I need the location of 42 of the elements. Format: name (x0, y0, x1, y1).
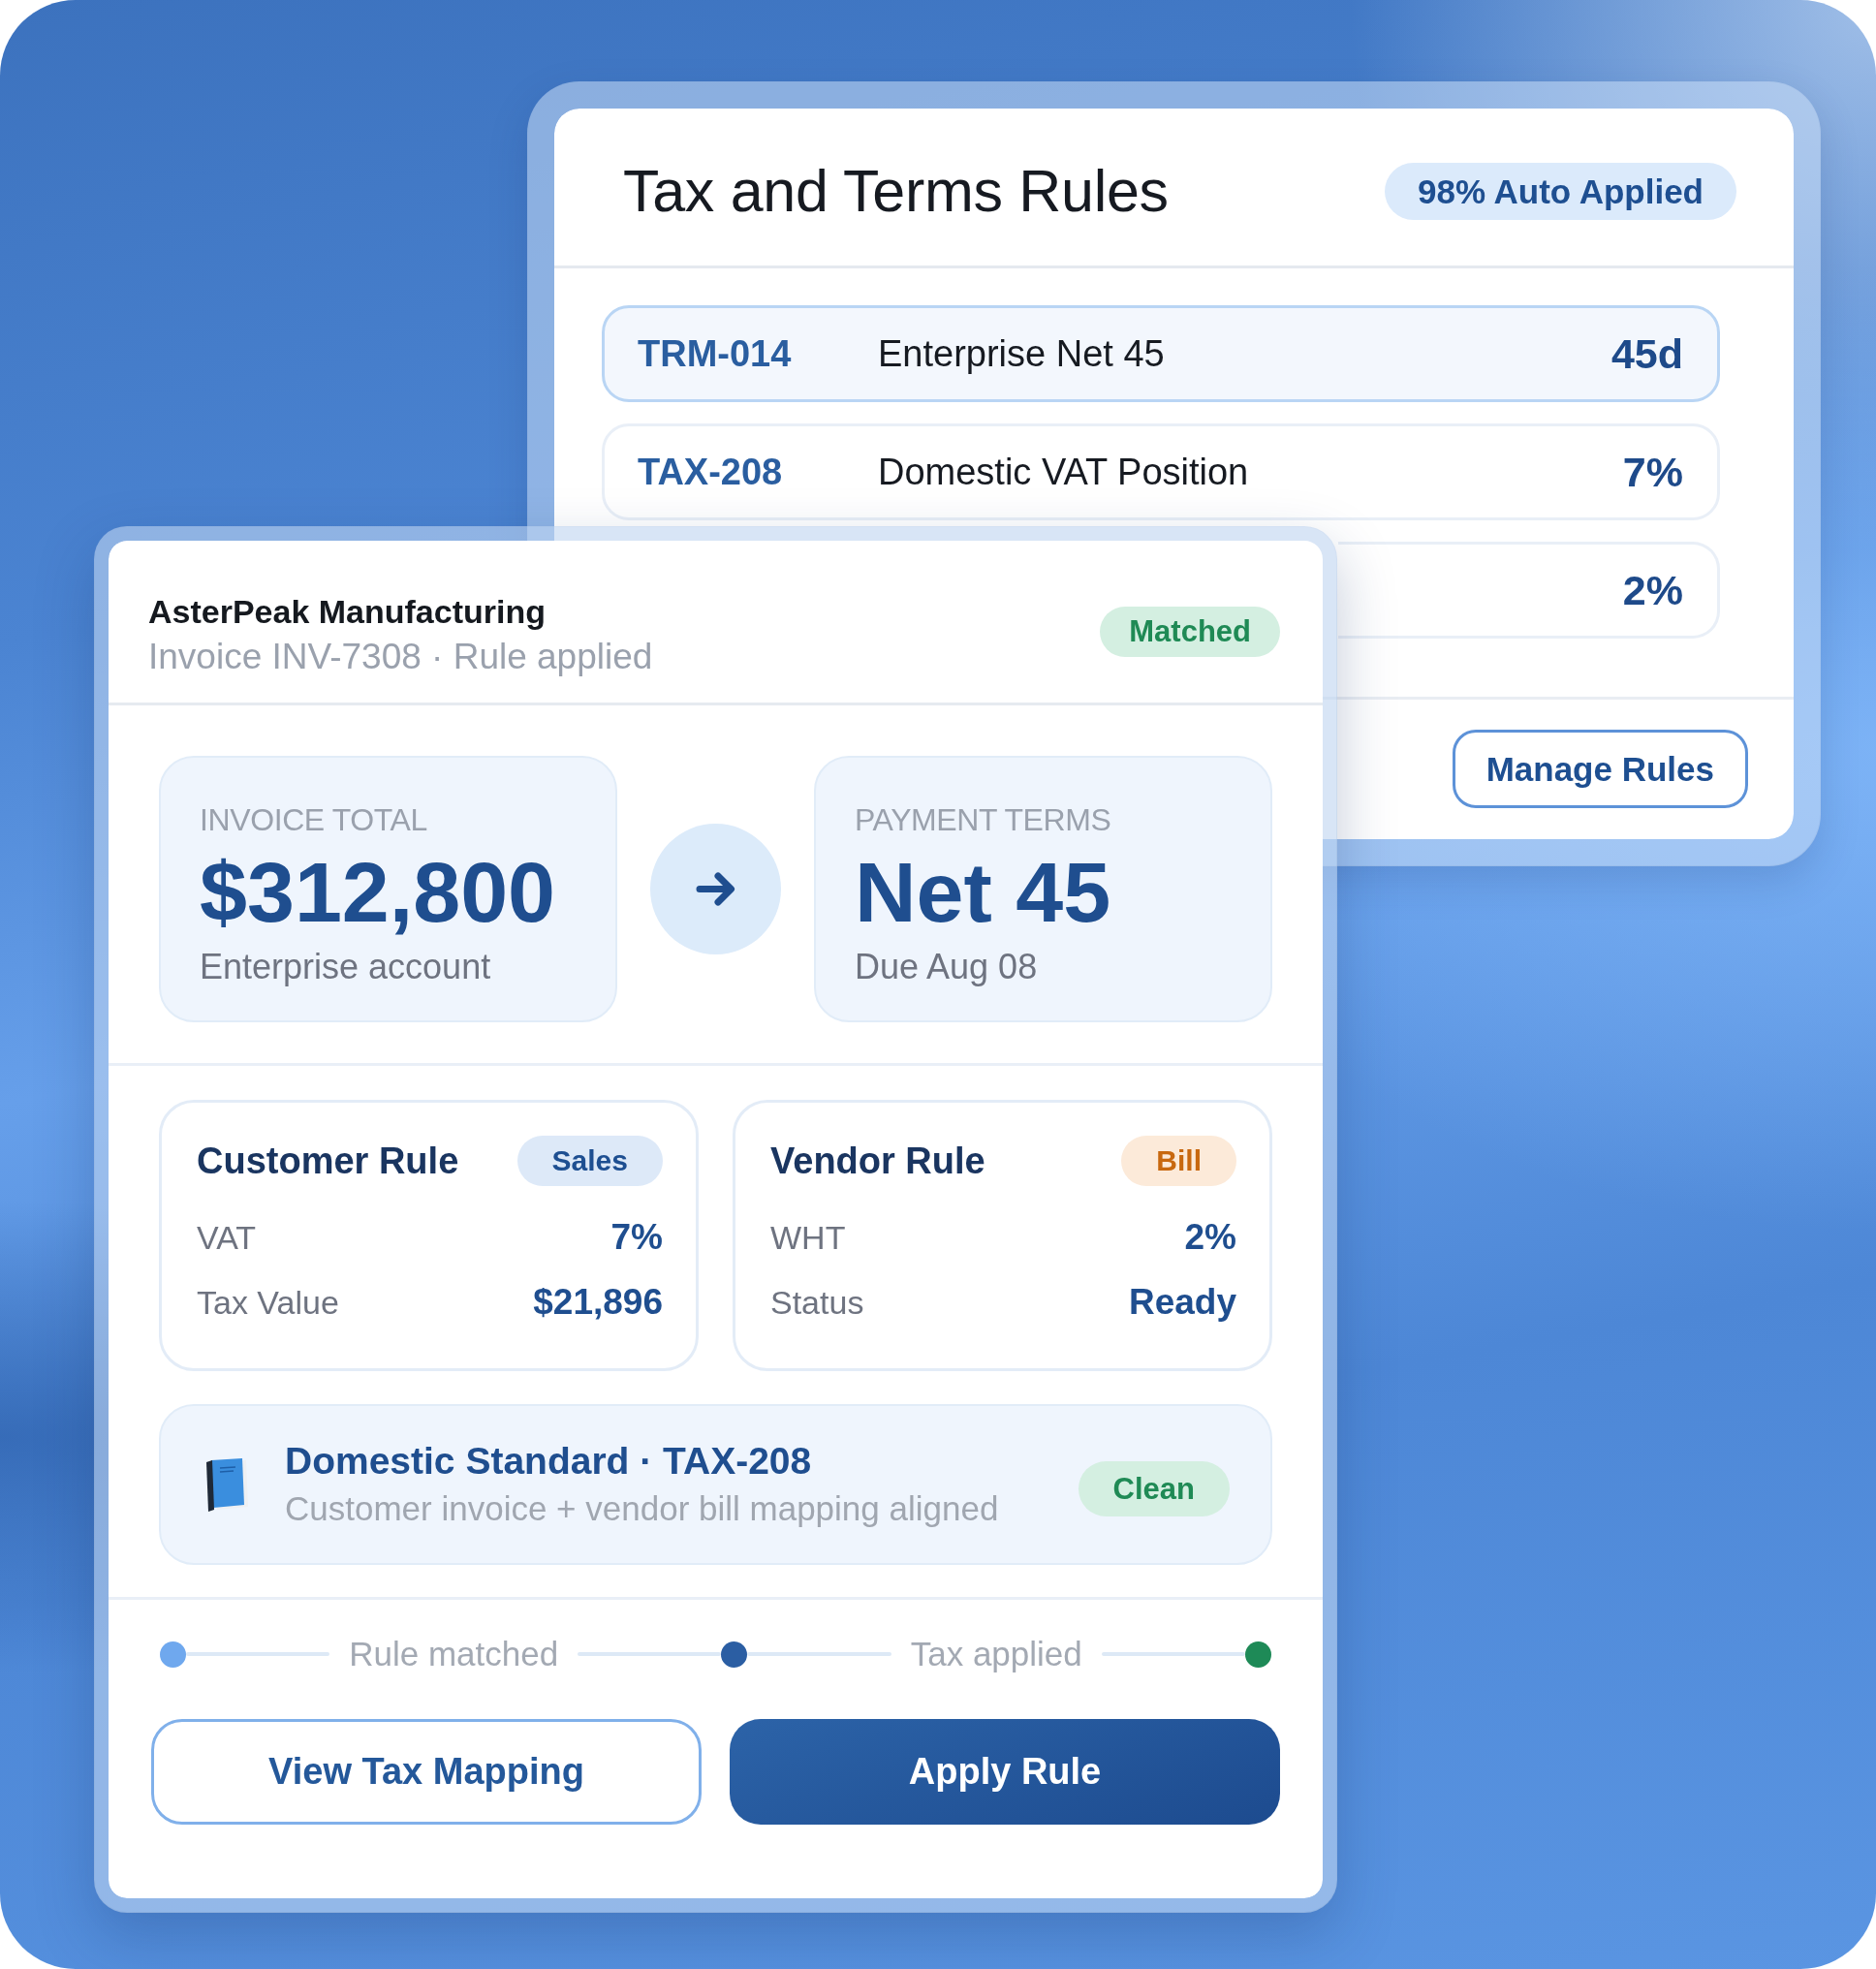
stat-label: INVOICE TOTAL (200, 801, 428, 839)
view-mapping-button[interactable]: View Tax Mapping (151, 1719, 702, 1825)
stat-note: Enterprise account (200, 946, 492, 988)
rule-line-label: Tax Value (197, 1283, 339, 1322)
rule-line-label: WHT (770, 1218, 846, 1257)
rule-tag: Sales (516, 1136, 663, 1186)
panel-title: Tax and Terms Rules (623, 156, 1169, 226)
rule-line-value: $21,896 (533, 1282, 663, 1323)
rule-line-label: Status (770, 1283, 864, 1322)
apply-rule-button[interactable]: Apply Rule (730, 1719, 1280, 1825)
rule-code: TAX-208 (638, 451, 784, 493)
rule-value: 45d (1610, 329, 1683, 378)
status-badge: Matched (1100, 606, 1280, 657)
rule-value: 2% (1622, 566, 1683, 614)
status-badge: Clean (1078, 1460, 1230, 1516)
customer-name: AsterPeak Manufacturing (148, 591, 547, 632)
invoice-subtitle: Invoice INV-7308 · Rule applied (148, 635, 653, 678)
step-label: Tax applied (909, 1634, 1083, 1674)
rule-name: Domestic VAT Position (878, 451, 1250, 493)
mapping-description: Customer invoice + vendor bill mapping aligned (285, 1488, 1000, 1529)
rule-row[interactable]: 2% (1338, 542, 1720, 639)
rule-code: TRM-014 (638, 332, 793, 375)
manage-rules-button[interactable]: Manage Rules (1452, 730, 1748, 808)
rule-value: 7% (1622, 448, 1683, 496)
stat-value: $312,800 (200, 849, 557, 936)
rule-line-value: 7% (610, 1217, 663, 1258)
rule-line-value: Ready (1128, 1282, 1236, 1323)
rule-row[interactable]: TRM-014 Enterprise Net 45 45d (602, 305, 1720, 402)
mapping-title: Domestic Standard · TAX-208 (285, 1439, 813, 1484)
stat-note: Due Aug 08 (855, 946, 1039, 988)
rule-name: Enterprise Net 45 (878, 332, 1166, 375)
auto-applied-badge: 98% Auto Applied (1385, 162, 1736, 220)
book-icon (203, 1456, 250, 1513)
rule-tag: Bill (1121, 1136, 1236, 1186)
step-label: Rule matched (348, 1634, 560, 1674)
rule-line-label: VAT (197, 1218, 257, 1257)
rule-card-title: Customer Rule (197, 1140, 459, 1182)
rule-card-title: Vendor Rule (770, 1140, 985, 1182)
stat-label: PAYMENT TERMS (855, 801, 1112, 839)
stat-value: Net 45 (855, 849, 1112, 936)
rule-row[interactable]: TAX-208 Domestic VAT Position 7% (602, 423, 1720, 520)
rule-line-value: 2% (1184, 1217, 1236, 1258)
